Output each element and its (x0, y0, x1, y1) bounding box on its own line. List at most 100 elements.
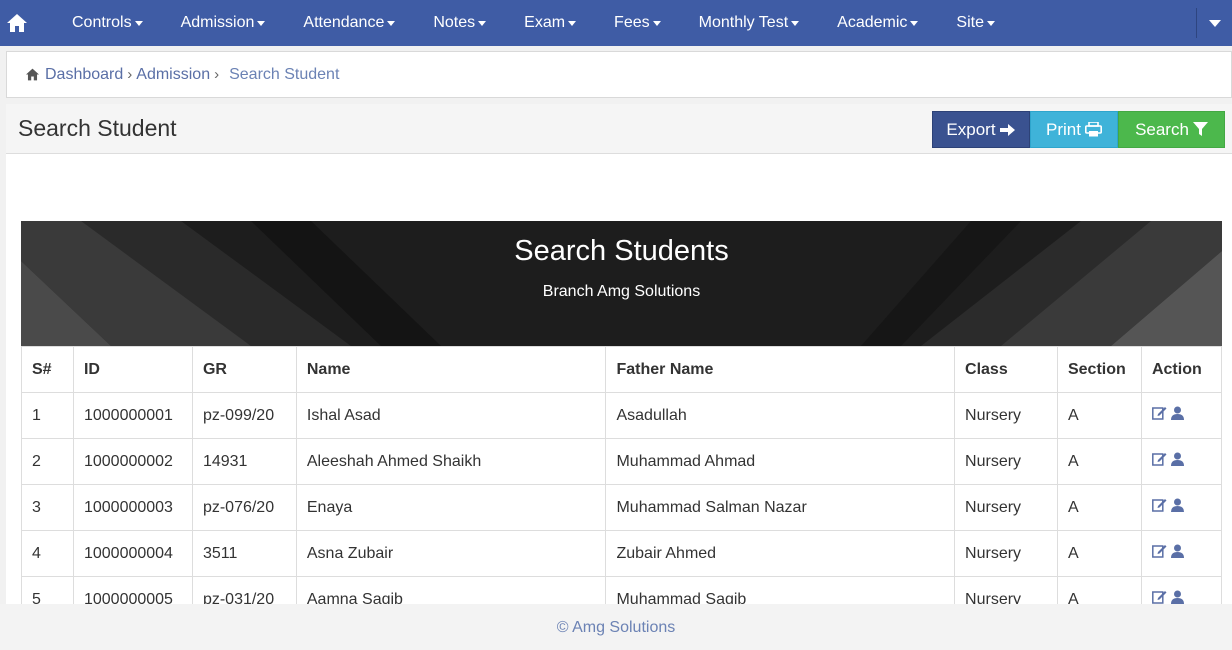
nav-item-monthly-test[interactable]: Monthly Test (680, 0, 819, 46)
table-row: 2 1000000002 14931 Aleeshah Ahmed Shaikh… (21, 438, 1222, 485)
edit-icon[interactable] (1152, 590, 1167, 604)
nav-item-label: Notes (433, 14, 476, 31)
caret-down-icon (791, 20, 800, 26)
column-header: S# (21, 346, 74, 393)
edit-icon[interactable] (1152, 544, 1167, 558)
user-menu-toggle[interactable] (1196, 8, 1232, 38)
cell-class: Nursery (954, 392, 1058, 439)
nav-item-label: Monthly Test (698, 14, 789, 31)
print-button[interactable]: Print (1030, 111, 1118, 148)
edit-icon[interactable] (1152, 498, 1167, 512)
cell-name: Enaya (295, 484, 607, 531)
caret-down-icon (257, 20, 266, 26)
edit-icon[interactable] (1152, 452, 1167, 466)
table-row: 1 1000000001 pz-099/20 Ishal Asad Asadul… (21, 392, 1222, 439)
cell-sn: 5 (21, 576, 74, 604)
export-button[interactable]: Export (932, 111, 1030, 148)
cell-gr: pz-076/20 (191, 484, 297, 531)
column-header: Name (295, 346, 607, 393)
cell-name: Asna Zubair (295, 530, 607, 577)
breadcrumb-link-dashboard[interactable]: Dashboard (45, 66, 123, 84)
cell-sn: 3 (21, 484, 74, 531)
search-panel: Search Student Export Print Search Searc… (6, 104, 1232, 604)
nav-item-exam[interactable]: Exam (505, 0, 595, 46)
column-header: Action (1140, 346, 1222, 393)
print-label: Print (1046, 119, 1081, 139)
column-header: ID (72, 346, 193, 393)
caret-down-icon (652, 20, 661, 26)
nav-item-attendance[interactable]: Attendance (284, 0, 414, 46)
column-header: Father Name (605, 346, 956, 393)
cell-name: Aamna Saqib (295, 576, 607, 604)
nav-item-label: Admission (180, 14, 255, 31)
cell-gr: pz-031/20 (191, 576, 297, 604)
table-row: 3 1000000003 pz-076/20 Enaya Muhammad Sa… (21, 484, 1222, 531)
nav-item-site[interactable]: Site (937, 0, 1014, 46)
caret-down-icon (387, 20, 396, 26)
student-table-container[interactable]: S# ID GR Name Father Name Class Section … (21, 346, 1222, 604)
nav-item-controls[interactable]: Controls (53, 0, 162, 46)
cell-gr: pz-099/20 (191, 392, 297, 439)
column-header: Class (954, 346, 1058, 393)
user-icon[interactable] (1170, 544, 1184, 558)
cell-sn: 4 (21, 530, 74, 577)
footer: © Amg Solutions (0, 604, 1232, 650)
nav-item-academic[interactable]: Academic (818, 0, 937, 46)
action-button-group: Export Print Search (932, 111, 1225, 148)
cell-gr: 3511 (191, 530, 297, 577)
cell-father-name: Muhammad Saqib (605, 576, 956, 604)
caret-down-icon (910, 20, 919, 26)
cell-section: A (1056, 484, 1142, 531)
column-header: GR (191, 346, 297, 393)
table-row: 4 1000000004 3511 Asna Zubair Zubair Ahm… (21, 530, 1222, 577)
panel-header: Search Student Export Print Search (6, 104, 1232, 154)
breadcrumb: Dashboard › Admission › Search Student (6, 51, 1232, 98)
cell-name: Aleeshah Ahmed Shaikh (295, 438, 607, 485)
breadcrumb-separator: › (127, 66, 133, 83)
breadcrumb-separator: › (214, 66, 220, 83)
cell-class: Nursery (954, 484, 1058, 531)
nav-item-label: Controls (72, 14, 132, 31)
home-icon[interactable] (0, 0, 34, 46)
cell-section: A (1056, 392, 1142, 439)
cell-gr: 14931 (191, 438, 297, 485)
cell-class: Nursery (954, 438, 1058, 485)
cell-action (1140, 576, 1222, 604)
nav-item-admission[interactable]: Admission (162, 0, 285, 46)
arrow-right-icon (999, 123, 1015, 136)
nav-item-label: Academic (837, 14, 908, 31)
cell-action (1140, 484, 1222, 531)
cell-id: 1000000005 (72, 576, 193, 604)
report-banner: Search Students Branch Amg Solutions (21, 221, 1222, 346)
caret-down-icon (986, 20, 995, 26)
nav-item-fees[interactable]: Fees (595, 0, 680, 46)
edit-icon[interactable] (1152, 406, 1167, 420)
breadcrumb-link-admission[interactable]: Admission (136, 66, 210, 84)
breadcrumb-current: Search Student (229, 65, 340, 83)
page-title: Search Student (18, 115, 177, 141)
cell-action (1140, 392, 1222, 439)
nav-item-label: Exam (524, 14, 566, 31)
top-navbar: Controls Admission Attendance Notes Exam… (0, 0, 1232, 46)
cell-id: 1000000004 (72, 530, 193, 577)
search-button[interactable]: Search (1118, 111, 1225, 148)
caret-down-icon (134, 20, 143, 26)
table-header-row: S# ID GR Name Father Name Class Section … (21, 346, 1222, 393)
caret-down-icon (568, 20, 577, 26)
student-table: S# ID GR Name Father Name Class Section … (21, 346, 1222, 604)
nav-item-label: Attendance (303, 14, 385, 31)
cell-father-name: Zubair Ahmed (605, 530, 956, 577)
filter-icon (1192, 122, 1208, 136)
user-icon[interactable] (1170, 590, 1184, 604)
cell-class: Nursery (954, 530, 1058, 577)
user-icon[interactable] (1170, 498, 1184, 512)
user-icon[interactable] (1170, 452, 1184, 466)
cell-father-name: Asadullah (605, 392, 956, 439)
nav-item-notes[interactable]: Notes (414, 0, 505, 46)
nav-item-label: Fees (614, 14, 650, 31)
export-label: Export (946, 119, 996, 139)
footer-copyright: © Amg Solutions (556, 619, 676, 636)
cell-action (1140, 530, 1222, 577)
cell-id: 1000000002 (72, 438, 193, 485)
user-icon[interactable] (1170, 406, 1184, 420)
